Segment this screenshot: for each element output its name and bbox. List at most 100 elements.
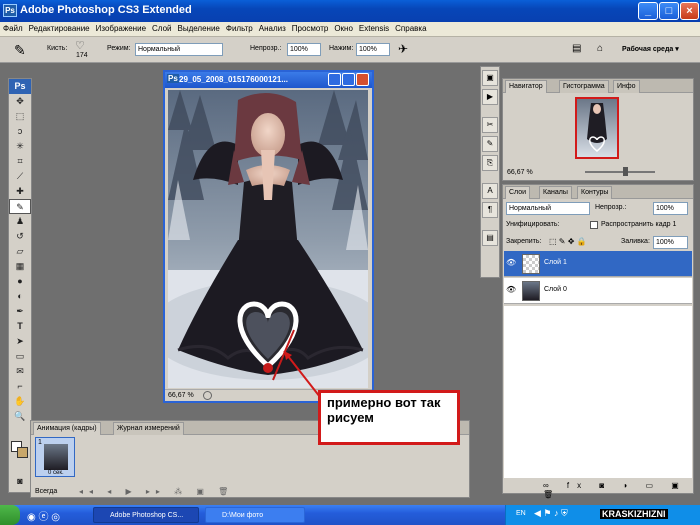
tab-info[interactable]: Инфо [613, 80, 640, 93]
blur-tool-icon[interactable]: ● [9, 274, 31, 289]
character-panel-icon[interactable]: A [482, 183, 498, 199]
layer-row[interactable]: 👁 Слой 0 [504, 278, 692, 304]
eraser-tool-icon[interactable]: ▱ [9, 244, 31, 259]
history-brush-icon[interactable]: ↺ [9, 229, 31, 244]
layer-thumbnail [522, 281, 540, 301]
airbrush-icon[interactable]: ✈ [398, 42, 408, 56]
adobe-bridge-icon[interactable]: ⌂ [597, 43, 603, 54]
lock-label: Закрепить: [506, 238, 542, 245]
navigator-slider-handle[interactable] [623, 167, 628, 176]
layer-comps-icon[interactable]: ▤ [482, 230, 498, 246]
path-selection-icon[interactable]: ➤ [9, 334, 31, 349]
marquee-tool-icon[interactable]: ⬚ [9, 109, 31, 124]
menu-analysis[interactable]: Анализ [256, 22, 289, 35]
workspace-menu[interactable]: Рабочая среда ▾ [622, 45, 679, 53]
quicklaunch-icons[interactable]: ◉ ⓔ ◎ [27, 508, 60, 523]
frame-delay[interactable]: 0 сек. [48, 470, 64, 476]
minimize-button[interactable]: _ [638, 2, 658, 20]
move-tool-icon[interactable]: ✥ [9, 94, 31, 109]
tab-histogram[interactable]: Гистограмма [559, 80, 609, 93]
tab-navigator[interactable]: Навигатор [505, 80, 547, 93]
pen-tool-icon[interactable]: ✒ [9, 304, 31, 319]
document-zoom[interactable]: 66,67 % [168, 392, 194, 399]
doc-maximize-button[interactable] [342, 73, 355, 86]
loop-select[interactable]: Всегда [35, 488, 57, 495]
zoom-tool-icon[interactable]: 🔍 [9, 409, 31, 424]
brush-preset-icon[interactable]: ♡ [75, 39, 85, 52]
image-canvas[interactable] [168, 90, 368, 388]
tab-animation[interactable]: Анимация (кадры) [33, 422, 101, 435]
menu-layer[interactable]: Слой [149, 22, 174, 35]
layer-thumbnail [522, 254, 540, 274]
start-button[interactable] [0, 505, 20, 525]
blend-mode-select[interactable]: Нормальный [506, 202, 590, 215]
background-color-swatch[interactable] [17, 447, 28, 458]
tray-icons[interactable]: ◀ ⚑ ♪ ⛨ [534, 508, 568, 519]
type-tool-icon[interactable]: T [9, 319, 31, 334]
palette-well-icon[interactable]: ▤ [572, 43, 581, 54]
close-button[interactable]: × [680, 2, 699, 20]
menu-extensis[interactable]: Extensis [356, 22, 392, 35]
brush-tool-icon[interactable]: ✎ [14, 42, 26, 59]
tab-paths[interactable]: Контуры [577, 186, 613, 199]
document-titlebar: Ps 29_05_2008_015176000121... [165, 72, 372, 88]
brush-tool-active-icon[interactable]: ✎ [9, 199, 31, 214]
menu-window[interactable]: Окно [331, 22, 356, 35]
hand-tool-icon[interactable]: ✋ [9, 394, 31, 409]
layers-panel: Слои Каналы Контуры Нормальный Непрозр.:… [502, 184, 694, 499]
navigator-preview[interactable] [575, 97, 619, 159]
crop-tool-icon[interactable]: ⌗ [9, 154, 31, 169]
brushes-panel-icon[interactable]: ✎ [482, 136, 498, 152]
navigator-zoom[interactable]: 66,67 % [507, 169, 533, 176]
eye-icon[interactable]: 👁 [506, 258, 520, 270]
brush-size: 174 [76, 52, 88, 59]
status-menu-icon[interactable] [203, 391, 212, 400]
lasso-tool-icon[interactable]: ↄ [9, 124, 31, 139]
taskbar-item-photoshop[interactable]: Adobe Photoshop CS... [93, 507, 199, 523]
eye-icon[interactable]: 👁 [506, 285, 520, 297]
fill-field[interactable]: 100% [653, 236, 688, 249]
menu-filter[interactable]: Фильтр [223, 22, 256, 35]
paragraph-panel-icon[interactable]: ¶ [482, 202, 498, 218]
menu-image[interactable]: Изображение [93, 22, 149, 35]
mode-select[interactable]: Нормальный [135, 43, 223, 56]
dodge-tool-icon[interactable]: ◐ [9, 289, 31, 304]
menu-view[interactable]: Просмотр [289, 22, 332, 35]
shape-tool-icon[interactable]: ▭ [9, 349, 31, 364]
doc-minimize-button[interactable] [328, 73, 341, 86]
quick-mask-icon[interactable]: ◙ [9, 474, 31, 489]
tab-measurement-log[interactable]: Журнал измерений [113, 422, 184, 435]
clone-source-icon[interactable]: ⎘ [482, 155, 498, 171]
magic-wand-tool-icon[interactable]: ✳ [9, 139, 31, 154]
layer-name: Слой 0 [544, 286, 567, 293]
animation-frame[interactable]: 1 0 сек. [35, 437, 75, 477]
tab-channels[interactable]: Каналы [539, 186, 572, 199]
notes-tool-icon[interactable]: ✉ [9, 364, 31, 379]
lock-icons[interactable]: ⬚ ✎ ✥ 🔒 [549, 237, 587, 246]
doc-close-button[interactable] [356, 73, 369, 86]
layer-row[interactable]: 👁 Слой 1 [504, 251, 692, 277]
layers-footer-icons[interactable]: ∞ fx ◙ ◑ ▭ ▣ 🗑 [543, 481, 693, 499]
healing-brush-icon[interactable]: ✚ [9, 184, 31, 199]
tool-presets-icon[interactable]: ✂ [482, 117, 498, 133]
eyedropper-icon[interactable]: ⌐ [9, 379, 31, 394]
gradient-tool-icon[interactable]: ▦ [9, 259, 31, 274]
playback-controls[interactable]: ◂◂ ◂ ▶ ▸▸ ⁂ ▣ 🗑 [79, 487, 234, 496]
language-indicator[interactable]: EN [516, 510, 526, 517]
layer-opacity-field[interactable]: 100% [653, 202, 688, 215]
taskbar-item-folder[interactable]: D:\Мои фото [205, 507, 305, 523]
flow-field[interactable]: 100% [356, 43, 390, 56]
menu-file[interactable]: Файл [0, 22, 26, 35]
propagate-checkbox[interactable] [590, 221, 598, 229]
menu-select[interactable]: Выделение [174, 22, 222, 35]
maximize-button[interactable]: □ [659, 2, 679, 20]
clone-stamp-icon[interactable]: ♟ [9, 214, 31, 229]
menu-edit[interactable]: Редактирование [26, 22, 93, 35]
menu-help[interactable]: Справка [392, 22, 429, 35]
opacity-field[interactable]: 100% [287, 43, 321, 56]
tab-layers[interactable]: Слои [505, 186, 531, 199]
slice-tool-icon[interactable]: ⟋ [9, 169, 31, 184]
actions-panel-icon[interactable]: ▶ [482, 89, 498, 105]
history-panel-icon[interactable]: ▣ [482, 70, 498, 86]
navigator-zoom-slider[interactable] [585, 171, 655, 173]
